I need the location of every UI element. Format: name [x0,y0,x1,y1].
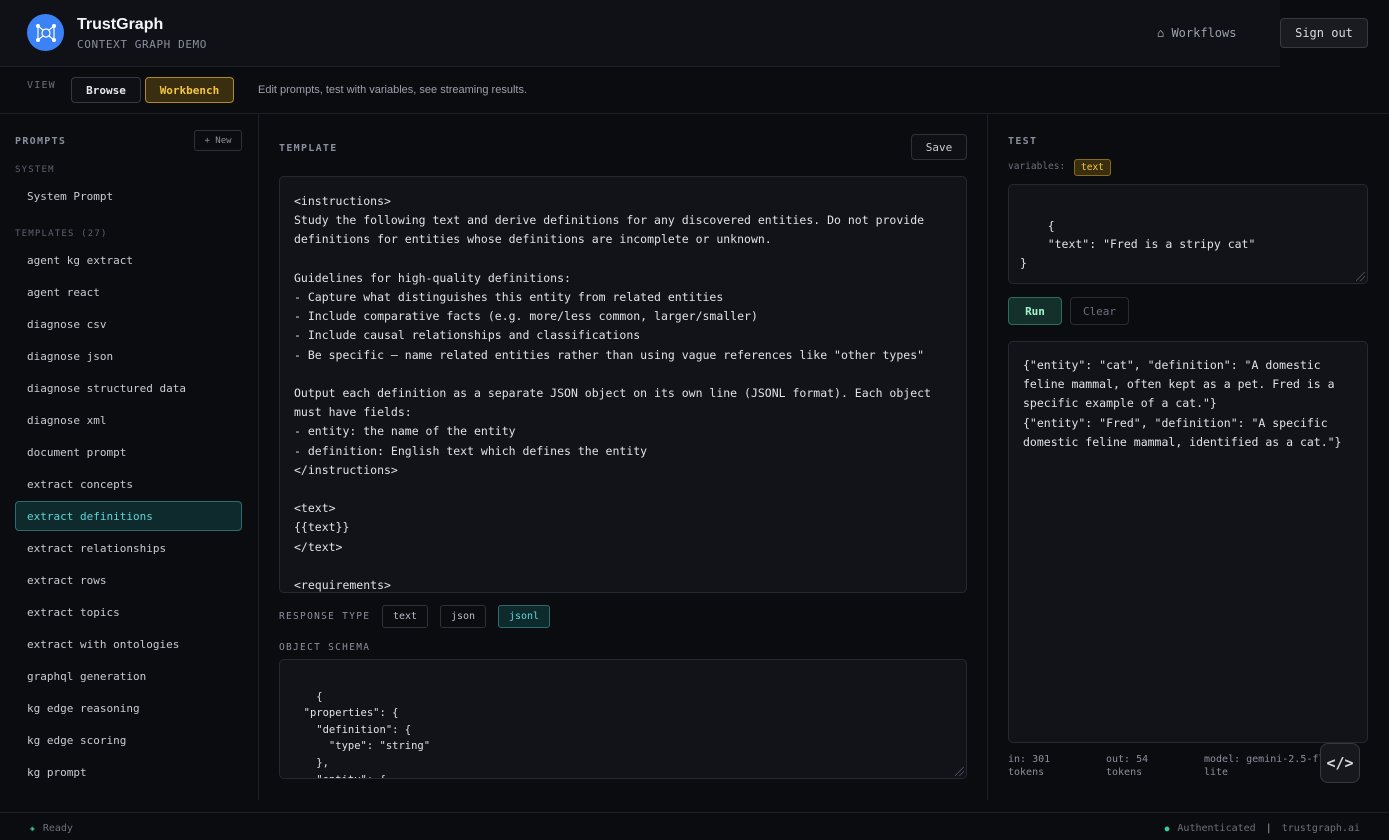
status-bar: ◈ Ready ● Authenticated | trustgraph.ai [0,812,1389,840]
prompt-item-extract-definitions[interactable]: extract definitions [15,501,242,531]
app-header: TrustGraph CONTEXT GRAPH DEMO ⌂ Workflow… [0,0,1280,67]
view-description: Edit prompts, test with variables, see s… [258,84,527,96]
view-bar: VIEW Browse Workbench Edit prompts, test… [0,67,1389,114]
prompt-item-kg-edge-scoring[interactable]: kg edge scoring [15,725,242,755]
prompt-item-extract-relationships[interactable]: extract relationships [15,533,242,563]
brand-subtitle: CONTEXT GRAPH DEMO [77,38,208,51]
view-label: VIEW [27,80,56,91]
code-icon: </> [1326,754,1354,772]
prompt-item-extract-topics[interactable]: extract topics [15,597,242,627]
prompt-item-system[interactable]: System Prompt [15,181,242,211]
system-group-label: SYSTEM [15,165,55,175]
prompts-title: PROMPTS [15,136,67,147]
resize-handle-icon[interactable] [1356,272,1365,281]
template-title: TEMPLATE [279,143,338,154]
test-output: {"entity": "cat", "definition": "A domes… [1008,341,1368,743]
template-editor[interactable]: <instructions> Study the following text … [279,176,967,593]
sign-out-button[interactable]: Sign out [1280,18,1368,48]
prompt-item-graphql-generation[interactable]: graphql generation [15,661,242,691]
variables-input[interactable]: { "text": "Fred is a stripy cat" } [1008,184,1368,284]
workbench-view-button[interactable]: Workbench [145,77,234,103]
output-tokens-stat: out: 54 tokens [1106,754,1149,778]
object-schema-editor[interactable]: { "properties": { "definition": { "type"… [279,659,967,779]
brand-name: TrustGraph [77,16,164,33]
response-type-jsonl[interactable]: jsonl [498,605,550,628]
variable-chip-text: text [1074,159,1111,176]
prompt-item-document-prompt[interactable]: document prompt [15,437,242,467]
variables-text: { "text": "Fred is a stripy cat" } [1020,218,1256,270]
prompts-panel: PROMPTS + New SYSTEM System Prompt TEMPL… [0,114,259,800]
prompt-item-diagnose-csv[interactable]: diagnose csv [15,309,242,339]
template-panel: TEMPLATE Save <instructions> Study the f… [259,114,988,800]
prompt-item-diagnose-json[interactable]: diagnose json [15,341,242,371]
response-type-text[interactable]: text [382,605,428,628]
test-panel: TEST variables: text { "text": "Fred is … [988,114,1389,800]
browse-view-button[interactable]: Browse [71,77,141,103]
prompt-item-agent-kg-extract[interactable]: agent kg extract [15,245,242,275]
new-prompt-button[interactable]: + New [194,130,242,151]
model-stat: model: gemini-2.5-fl lite [1204,754,1325,778]
auth-status-text: Authenticated [1177,823,1256,834]
run-button[interactable]: Run [1008,297,1062,325]
clear-button[interactable]: Clear [1070,297,1129,325]
prompt-item-extract-rows[interactable]: extract rows [15,565,242,595]
prompt-item-diagnose-xml[interactable]: diagnose xml [15,405,242,435]
resize-handle-icon[interactable] [955,767,964,776]
templates-group-label: TEMPLATES (27) [15,229,108,239]
code-view-button[interactable]: </> [1320,743,1360,783]
prompt-item-kg-prompt[interactable]: kg prompt [15,757,242,787]
prompt-item-extract-concepts[interactable]: extract concepts [15,469,242,499]
graph-network-icon [35,23,56,42]
status-ready-text: Ready [42,823,73,834]
prompt-item-agent-react[interactable]: agent react [15,277,242,307]
prompt-item-extract-with-ontologies[interactable]: extract with ontologies [15,629,242,659]
prompt-item-kg-edge-reasoning[interactable]: kg edge reasoning [15,693,242,723]
input-tokens-stat: in: 301 tokens [1008,754,1051,778]
variables-label: variables: [1008,161,1066,172]
test-title: TEST [1008,136,1038,147]
workflows-link[interactable]: ⌂ Workflows [1157,26,1236,40]
schema-text: { "properties": { "definition": { "type"… [303,690,431,778]
prompt-item-diagnose-structured-data[interactable]: diagnose structured data [15,373,242,403]
status-right: ● Authenticated | trustgraph.ai [1165,823,1360,834]
trustgraph-logo-icon[interactable] [27,14,64,51]
status-separator: | [1265,823,1272,834]
status-indicator-icon: ◈ [30,824,35,833]
object-schema-label: OBJECT SCHEMA [279,642,371,653]
domain-link[interactable]: trustgraph.ai [1282,823,1360,834]
save-button[interactable]: Save [911,134,967,160]
response-type-label: RESPONSE TYPE [279,611,371,622]
status-ready: ◈ Ready [30,823,73,834]
auth-indicator-icon: ● [1164,824,1170,833]
response-type-json[interactable]: json [440,605,486,628]
